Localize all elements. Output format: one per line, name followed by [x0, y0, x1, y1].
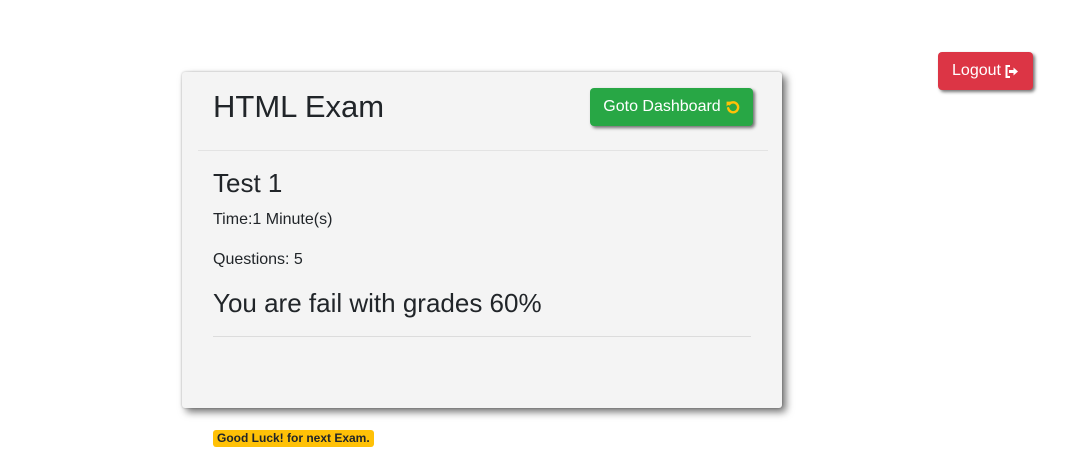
- page: Logout HTML Exam Goto Dashboard Test 1 T…: [0, 0, 1074, 451]
- test-name: Test 1: [213, 168, 283, 198]
- logout-label: Logout: [952, 62, 1001, 79]
- sign-out-icon: [1005, 64, 1019, 78]
- goto-dashboard-button[interactable]: Goto Dashboard: [590, 88, 753, 126]
- exam-result-card: HTML Exam Goto Dashboard Test 1 Time:1 M…: [182, 72, 782, 447]
- refresh-icon: [726, 100, 740, 114]
- good-luck-badge: Good Luck! for next Exam.: [213, 430, 374, 447]
- logout-button[interactable]: Logout: [938, 52, 1033, 90]
- card-header: HTML Exam Goto Dashboard: [198, 72, 768, 151]
- goto-dashboard-label: Goto Dashboard: [603, 98, 721, 115]
- exam-title: HTML Exam: [213, 89, 385, 124]
- divider: [213, 336, 751, 337]
- time-limit-text: Time:1 Minute(s): [213, 211, 333, 228]
- question-count-text: Questions: 5: [213, 251, 303, 268]
- result-message: You are fail with grades 60%: [213, 288, 542, 318]
